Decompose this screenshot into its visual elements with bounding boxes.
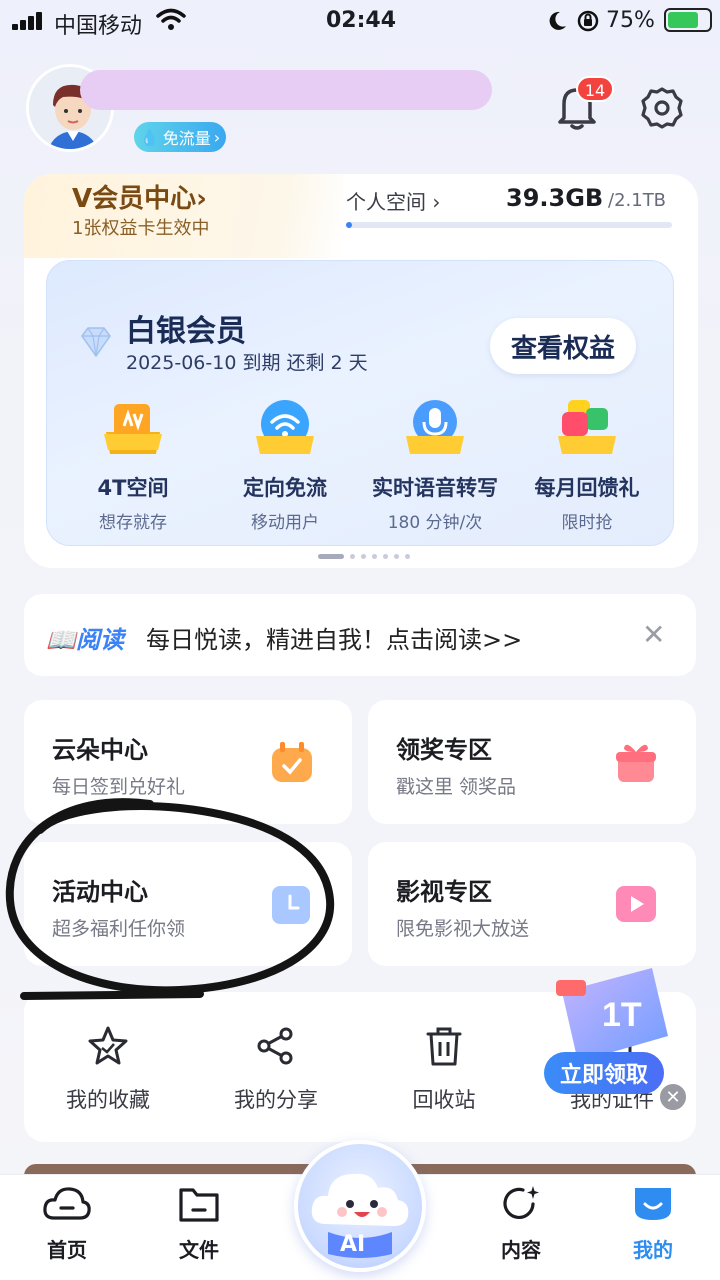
close-icon[interactable]: ✕ [642,618,665,651]
microphone-icon [406,400,464,454]
tab-label: 文件 [179,1238,219,1262]
tile-sub: 每日签到兑好礼 [52,776,186,798]
space-progress-bar [346,222,672,228]
carrier-name: 中国移动 [54,14,143,39]
cloud-icon [43,1187,91,1220]
drop-icon: 💧 [139,127,160,147]
feature-title: 4T空间 [97,476,169,500]
free-flow-badge[interactable]: 💧 免流量 › [134,122,226,152]
book-icon: 📖 [46,626,76,654]
diamond-icon [81,327,111,358]
gift-apps-icon [558,400,616,454]
feature-voice-transcribe[interactable]: 实时语音转写 180 分钟/次 [360,398,510,533]
membership-tier: 白银会员 [126,314,246,349]
tile-sub: 超多福利任你领 [52,918,186,940]
quick-label: 回收站 [412,1088,476,1112]
vip-center-title[interactable]: V会员中心› [72,178,207,215]
quick-label: 我的收藏 [66,1088,150,1112]
folder-icon [179,1188,219,1222]
notification-count-badge: 14 [576,76,614,102]
trash-icon [426,1027,462,1066]
ai-label: AI [340,1232,366,1257]
feature-sub: 180 分钟/次 [387,513,483,533]
tile-activity-center[interactable]: 活动中心 超多福利任你领 [24,842,352,966]
film-icon [616,886,656,922]
tab-label: 我的 [633,1238,673,1262]
space-progress-fill [346,222,352,228]
view-benefits-button[interactable]: 查看权益 [490,318,636,374]
feature-monthly-gift[interactable]: 每月回馈礼 限时抢 [512,398,662,533]
recycle-bin[interactable]: 回收站 [384,1024,504,1114]
gear-icon[interactable] [640,86,684,130]
read-banner-text[interactable]: 每日悦读，精进自我！点击阅读>> [146,620,522,655]
claim-now-button[interactable]: 立即领取 [544,1052,664,1094]
gift-icon [616,744,656,782]
vip-center-subtitle: 1张权益卡生效中 [72,218,210,239]
feature-4t-space[interactable]: 4T空间 想存就存 [58,398,208,533]
my-favorites[interactable]: 我的收藏 [48,1024,168,1114]
tab-label: 首页 [47,1238,87,1262]
quick-label: 我的分享 [234,1088,318,1112]
feature-free-flow[interactable]: 定向免流 移动用户 [210,398,360,533]
personal-space-link[interactable]: 个人空间 › [346,186,440,215]
feature-sub: 限时抢 [561,513,613,533]
battery-percent: 75% [606,8,655,33]
tab-home[interactable]: 首页 [12,1184,122,1263]
feature-title: 每月回馈礼 [534,476,640,500]
tile-title: 影视专区 [396,878,492,906]
wifi-icon [256,400,314,454]
tile-title: 云朵中心 [52,736,148,764]
share-icon [257,1027,293,1065]
space-used: 39.3GB [506,184,604,212]
space-total: /2.1TB [608,190,667,211]
feature-sub: 想存就存 [99,513,167,533]
signal-icon [12,10,46,30]
tile-sub: 限免影视大放送 [396,918,530,940]
refresh-sparkle-icon [503,1186,539,1220]
tile-title: 领奖专区 [396,736,492,764]
tab-files[interactable]: 文件 [144,1184,254,1263]
read-logo: 📖阅读 [46,626,124,654]
tab-content[interactable]: 内容 [466,1184,576,1263]
calendar-check-icon [272,742,312,782]
star-icon [88,1026,128,1065]
membership-expiry: 2025-06-10 到期 还剩 2 天 [126,352,368,374]
tab-label: 内容 [501,1238,541,1262]
clock-icon [272,886,310,924]
tile-cloud-center[interactable]: 云朵中心 每日签到兑好礼 [24,700,352,824]
clock-time: 02:44 [326,8,397,33]
battery-icon [664,8,712,32]
rotation-lock-icon [577,10,599,32]
tile-video-zone[interactable]: 影视专区 限免影视大放送 [368,842,696,966]
my-shares[interactable]: 我的分享 [216,1024,336,1114]
close-icon[interactable]: ✕ [658,1082,688,1112]
free-flow-label: 免流量 [162,129,211,148]
tile-title: 活动中心 [52,878,148,906]
tile-sub: 戳这里 领奖品 [396,776,517,798]
cloud-folder-icon [104,404,162,454]
smile-bubble-icon [635,1188,671,1220]
chevron-right-icon: › [213,127,221,147]
status-bar: 中国移动 02:44 75% [0,0,720,44]
promo-badge-text: 1T [602,996,642,1034]
tab-mine[interactable]: 我的 [598,1184,708,1263]
tile-prize-zone[interactable]: 领奖专区 戳这里 领奖品 [368,700,696,824]
feature-title: 定向免流 [243,476,327,500]
feature-title: 实时语音转写 [372,476,498,500]
username-redacted [80,70,492,110]
carousel-indicator [318,553,410,559]
wifi-status-icon [156,8,186,30]
feature-sub: 移动用户 [251,513,319,533]
moon-icon [549,11,566,30]
